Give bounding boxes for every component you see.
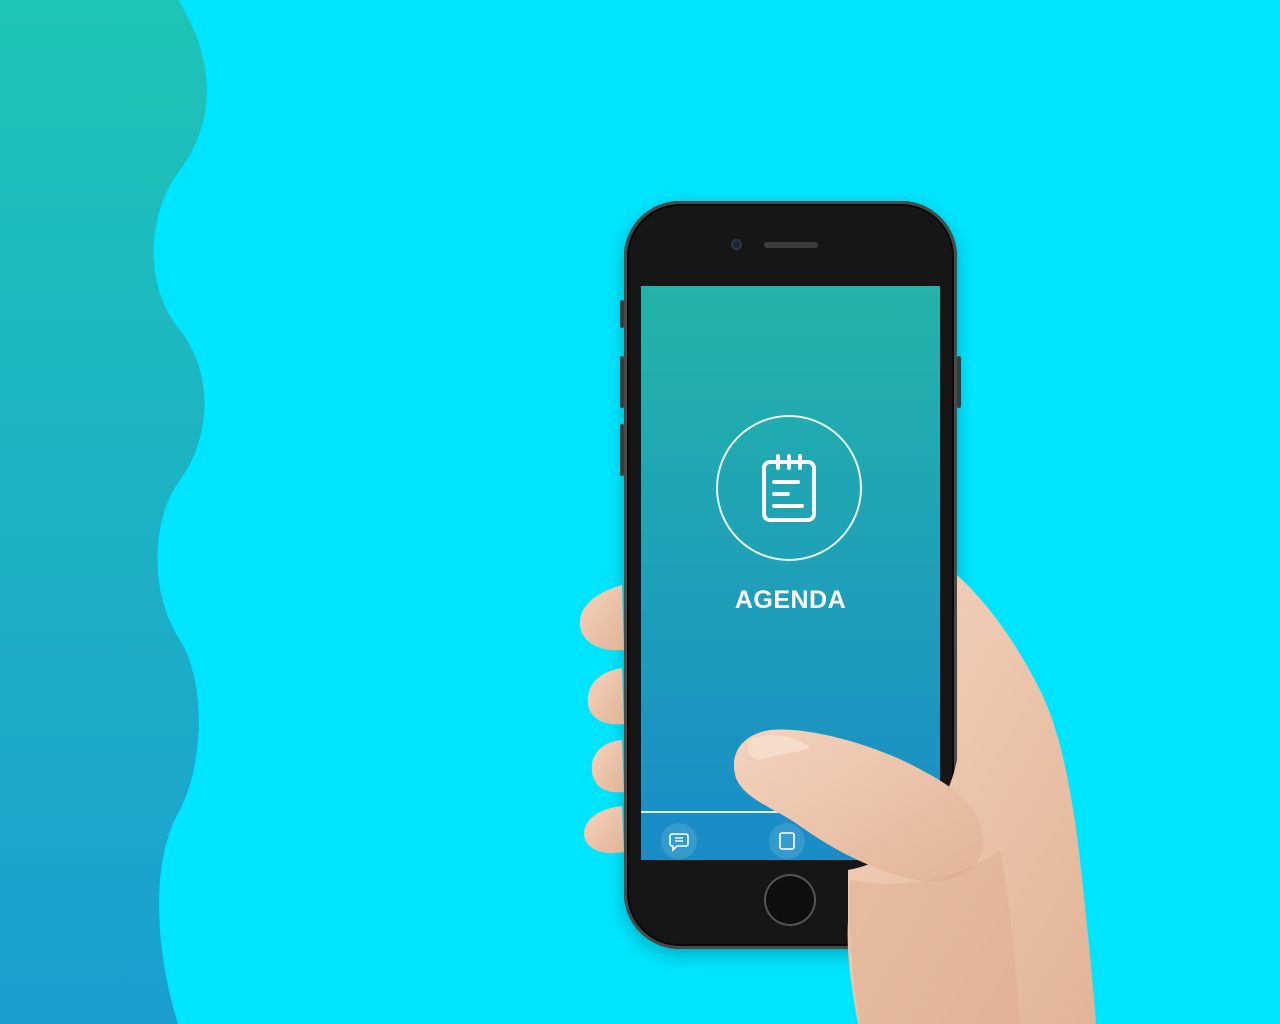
- chat-icon: [669, 833, 689, 852]
- front-camera: [731, 239, 742, 250]
- phone-screen: AGENDA: [641, 286, 940, 860]
- phone-power-button: [957, 356, 961, 408]
- second-tab-button[interactable]: [769, 823, 805, 859]
- notepad-icon: [762, 454, 816, 522]
- tab-bar: [641, 811, 940, 860]
- home-button[interactable]: [764, 874, 816, 926]
- tab-icon: [779, 832, 795, 850]
- phone-volume-down: [620, 424, 624, 476]
- phone-side-button: [620, 300, 624, 328]
- earpiece-speaker: [764, 242, 818, 248]
- background-wave: [0, 0, 207, 1024]
- phone-volume-up: [620, 356, 624, 408]
- agenda-title: AGENDA: [734, 586, 847, 614]
- chat-tab-button[interactable]: [661, 823, 697, 859]
